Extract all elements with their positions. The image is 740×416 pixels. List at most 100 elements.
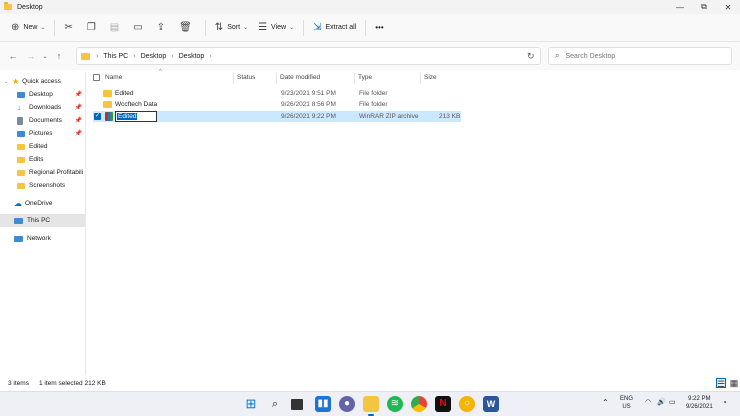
pin-icon: 📌: [74, 105, 82, 111]
scissors-icon: ✂: [64, 22, 73, 33]
address-bar[interactable]: › This PC › Desktop › Desktop ›: [76, 47, 541, 65]
documents-icon: [17, 116, 23, 125]
column-divider: [354, 73, 355, 84]
details-view-icon[interactable]: ☰: [716, 378, 726, 389]
delete-button[interactable]: 🗑: [174, 18, 201, 38]
widgets-icon[interactable]: ▮▮: [315, 396, 331, 412]
paste-button[interactable]: ▤: [105, 18, 128, 38]
sidebar-item-downloads[interactable]: ↓ Downloads 📌: [0, 101, 85, 114]
navigation-row: ← → ⌄ ↑ › This PC › Desktop › Desktop › …: [0, 42, 740, 70]
maximize-button[interactable]: ⧉: [692, 0, 716, 14]
clock-time: 9:22 PM: [688, 396, 711, 402]
sidebar-item-this-pc[interactable]: This PC: [0, 214, 85, 227]
folder-icon: [4, 2, 12, 10]
up-icon[interactable]: ↑: [50, 51, 68, 61]
rename-icon: ▭: [133, 22, 143, 33]
sidebar-item-network[interactable]: Network: [0, 232, 85, 245]
sort-button[interactable]: ⇅ Sort ⌄: [210, 18, 253, 38]
new-button[interactable]: ⊕ New ⌄: [6, 18, 50, 38]
extract-all-button[interactable]: ⇲ Extract all: [308, 18, 361, 38]
file-explorer-icon[interactable]: [363, 396, 379, 412]
input-language-indicator[interactable]: ENG US: [620, 395, 633, 411]
sidebar-item-edits[interactable]: Edits: [0, 153, 85, 166]
sidebar-item-desktop[interactable]: Desktop 📌: [0, 88, 85, 101]
view-button[interactable]: ☰ View ⌄: [253, 18, 299, 38]
breadcrumb-desktop[interactable]: Desktop: [141, 53, 167, 60]
sidebar-item-label: Regional Profitabili: [29, 169, 84, 176]
column-size[interactable]: Size: [424, 74, 437, 81]
netflix-icon[interactable]: N: [435, 396, 451, 412]
sidebar-item-label: Documents: [29, 117, 62, 124]
view-icon: ☰: [258, 22, 268, 33]
search-icon[interactable]: ⌕: [267, 396, 283, 412]
pin-icon: 📌: [74, 118, 82, 124]
rename-field[interactable]: Edited: [115, 111, 157, 122]
extract-icon: ⇲: [313, 22, 322, 33]
sidebar-item-regional-profitability[interactable]: Regional Profitabili: [0, 166, 85, 179]
recent-chevron-icon[interactable]: ⌄: [40, 53, 50, 60]
table-row[interactable]: Wccftech Data 9/26/2021 8:56 PM File fol…: [93, 99, 461, 110]
notifications-icon[interactable]: ◔: [722, 399, 727, 407]
battery-icon[interactable]: ▭: [669, 399, 676, 407]
start-windows-icon[interactable]: ⊞: [243, 396, 259, 412]
folder-icon: [81, 52, 90, 60]
sidebar-item-quick-access[interactable]: ⌄ ★ Quick access: [0, 75, 85, 88]
column-status[interactable]: Status: [237, 74, 255, 81]
back-icon[interactable]: ←: [4, 51, 22, 61]
share-icon: ⇪: [156, 22, 166, 33]
pin-icon: 📌: [74, 92, 82, 98]
clock[interactable]: 9:22 PM 9/26/2021: [686, 395, 713, 411]
breadcrumb-desktop-current[interactable]: Desktop: [179, 53, 205, 60]
column-type[interactable]: Type: [358, 74, 372, 81]
column-date-modified[interactable]: Date modified: [280, 74, 320, 81]
share-button[interactable]: ⇪: [152, 18, 174, 38]
close-button[interactable]: ✕: [716, 0, 740, 14]
column-name[interactable]: Name: [105, 74, 122, 81]
more-button[interactable]: •••: [370, 18, 388, 38]
chat-icon[interactable]: ●: [339, 396, 355, 412]
sidebar-item-edited[interactable]: Edited: [0, 140, 85, 153]
cloud-icon: ☁: [14, 199, 22, 208]
chevron-down-icon: ⌄: [4, 78, 9, 85]
sidebar-item-onedrive[interactable]: ☁ OneDrive: [0, 197, 85, 210]
minimize-button[interactable]: —: [668, 0, 692, 14]
volume-icon[interactable]: 🔊: [657, 399, 666, 407]
copy-button[interactable]: ❐: [82, 18, 105, 38]
wifi-icon[interactable]: ◠: [645, 399, 651, 407]
sort-icon: ⇅: [214, 22, 224, 33]
table-row[interactable]: Edited 9/23/2021 9:51 PM File folder: [93, 88, 461, 99]
folder-icon: [17, 143, 25, 150]
sidebar-item-label: Desktop: [29, 91, 53, 98]
cut-button[interactable]: ✂: [59, 18, 81, 38]
chevron-down-icon: ⌄: [40, 25, 46, 31]
select-all-checkbox[interactable]: [93, 74, 100, 81]
task-view-icon[interactable]: [291, 399, 303, 410]
sidebar-item-documents[interactable]: Documents 📌: [0, 114, 85, 127]
star-icon: ★: [12, 77, 20, 86]
rename-button[interactable]: ▭: [128, 18, 151, 38]
breadcrumb-this-pc[interactable]: This PC: [103, 53, 128, 60]
search-input[interactable]: ⌕ Search Desktop: [548, 47, 732, 65]
file-list: Name ^ Status Date modified Type Size Ed…: [87, 69, 740, 375]
sidebar-item-pictures[interactable]: Pictures 📌: [0, 127, 85, 140]
chrome-canary-icon[interactable]: ○: [459, 396, 475, 412]
refresh-icon[interactable]: ↻: [527, 51, 535, 62]
forward-icon[interactable]: →: [22, 51, 40, 61]
folder-icon: [17, 169, 25, 176]
region-code: US: [622, 404, 631, 410]
show-hidden-icons-chevron-icon[interactable]: ⌃: [602, 399, 609, 407]
new-label: New: [23, 24, 38, 31]
pin-icon: 📌: [74, 131, 82, 137]
tiles-view-icon[interactable]: ▦: [729, 378, 739, 388]
table-row-selected[interactable]: ✓ Edited 9/26/2021 9:22 PM WinRAR ZIP ar…: [93, 111, 461, 122]
search-icon: ⌕: [555, 51, 560, 60]
chevron-down-icon: ⌄: [243, 25, 249, 31]
plus-icon: ⊕: [11, 22, 20, 33]
spotify-icon[interactable]: ≋: [387, 396, 403, 412]
sidebar-item-screenshots[interactable]: Screenshots: [0, 179, 85, 192]
navigation-pane: ⌄ ★ Quick access Desktop 📌 ↓ Downloads 📌…: [0, 72, 86, 375]
row-checkbox[interactable]: ✓: [94, 113, 101, 120]
chrome-icon[interactable]: [411, 396, 427, 412]
sort-ascending-icon: ^: [159, 69, 162, 75]
word-icon[interactable]: W: [483, 396, 499, 412]
